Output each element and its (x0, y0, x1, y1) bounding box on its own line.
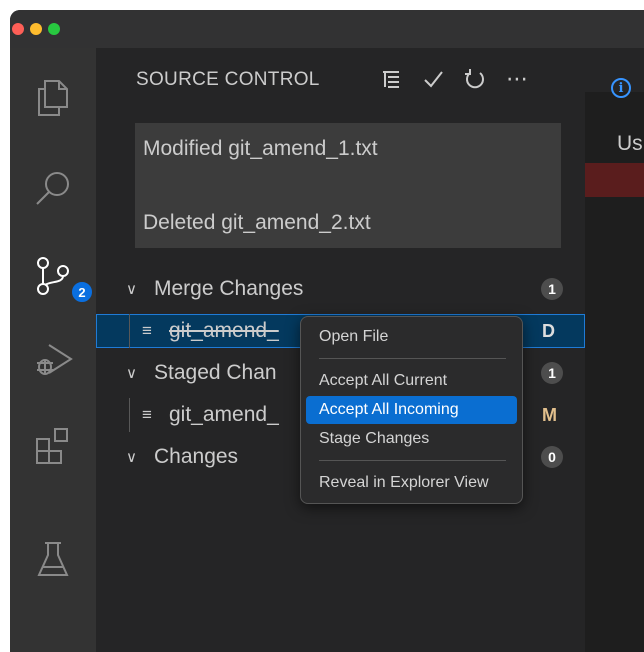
commit-message-input[interactable]: Modified git_amend_1.txt Deleted git_ame… (135, 123, 561, 248)
menu-item-open-file[interactable]: Open File (306, 323, 517, 351)
check-icon[interactable] (420, 66, 446, 92)
close-window-button[interactable] (12, 23, 24, 35)
editor-area: i Us (585, 48, 644, 652)
editor-text: Us (617, 132, 643, 155)
group-count-badge: 1 (541, 362, 563, 384)
commit-message-line-1: Modified git_amend_1.txt (143, 137, 378, 160)
chevron-down-icon: ∨ (126, 449, 137, 466)
info-icon: i (611, 78, 631, 98)
menu-item-stage-changes[interactable]: Stage Changes (306, 425, 517, 453)
menu-separator (319, 358, 506, 359)
minimize-window-button[interactable] (30, 23, 42, 35)
menu-item-accept-all-incoming[interactable]: Accept All Incoming (306, 396, 517, 424)
debug-icon[interactable] (28, 334, 78, 384)
conflict-highlight (585, 163, 644, 197)
group-merge-changes[interactable]: ∨ Merge Changes 1 (96, 272, 585, 306)
pending-changes-badge: 2 (70, 280, 94, 304)
group-label: Merge Changes (154, 277, 304, 300)
text-file-icon: ≡ (142, 405, 152, 424)
panel-actions: ⋯ (378, 66, 530, 92)
search-icon[interactable] (28, 163, 78, 213)
files-icon[interactable] (28, 72, 78, 122)
menu-item-accept-all-current[interactable]: Accept All Current (306, 367, 517, 395)
commit-message-line-2: Deleted git_amend_2.txt (143, 211, 371, 234)
refresh-icon[interactable] (462, 66, 488, 92)
flask-icon[interactable] (28, 534, 78, 584)
chevron-down-icon: ∨ (126, 281, 137, 298)
file-status-badge: M (542, 404, 557, 425)
activity-bar: 2 (10, 48, 96, 652)
file-name: git_amend_ (169, 403, 279, 426)
group-count-badge: 0 (541, 446, 563, 468)
indent-guide (129, 398, 130, 432)
chevron-down-icon: ∨ (126, 365, 137, 382)
extensions-icon[interactable] (28, 420, 78, 470)
file-name: git_amend_ (169, 319, 279, 342)
list-tree-icon[interactable] (378, 66, 404, 92)
text-file-icon: ≡ (142, 321, 152, 340)
menu-item-reveal-in-explorer[interactable]: Reveal in Explorer View (306, 469, 517, 497)
zoom-window-button[interactable] (48, 23, 60, 35)
group-label: Changes (154, 445, 239, 468)
source-control-icon[interactable]: 2 (28, 250, 94, 304)
file-status-badge: D (542, 320, 555, 341)
indent-guide (129, 314, 130, 348)
panel-title: SOURCE CONTROL (136, 69, 320, 90)
group-count-badge: 1 (541, 278, 563, 300)
menu-separator (319, 460, 506, 461)
group-label: Staged Chan (154, 361, 277, 384)
title-bar (10, 10, 644, 48)
context-menu: Open File Accept All Current Accept All … (300, 316, 523, 504)
more-actions-icon[interactable]: ⋯ (504, 66, 530, 92)
